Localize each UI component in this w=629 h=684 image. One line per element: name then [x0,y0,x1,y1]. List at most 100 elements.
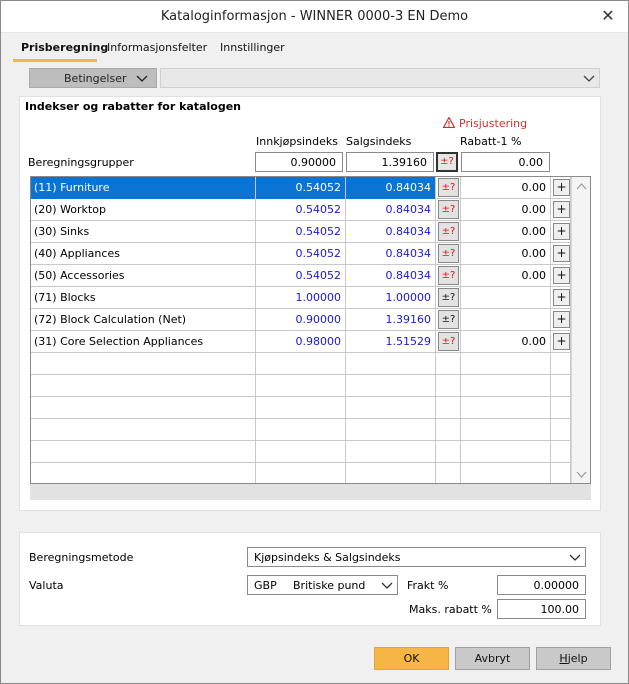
price-adjust-button[interactable]: ±? [438,266,459,285]
discount-cell[interactable]: 0.00 [461,243,551,265]
expand-plus-button[interactable]: + [553,333,570,350]
table-row-empty[interactable] [31,397,571,419]
table-row[interactable]: (11) Furniture 0.54052 0.84034 0.00 ±? + [31,177,571,199]
table-row-empty[interactable] [31,419,571,441]
discount-cell[interactable] [461,375,551,397]
group-purchase-index-field[interactable]: 0.90000 [255,152,343,172]
discount-cell[interactable] [461,353,551,375]
help-button[interactable]: Hjelp [536,647,611,670]
purchase-index-cell[interactable]: 0.54052 [256,243,346,265]
conditions-button[interactable]: Betingelser [29,68,157,88]
discount-cell[interactable]: 0.00 [461,177,551,199]
scroll-up-icon[interactable] [576,182,587,190]
purchase-index-cell[interactable] [256,419,346,441]
sales-index-cell[interactable] [346,375,436,397]
expand-plus-button[interactable]: + [553,201,570,218]
expand-cell [551,463,571,483]
max-discount-field[interactable]: 100.00 [497,599,586,619]
sales-index-cell[interactable]: 1.39160 [346,309,436,331]
discount-cell[interactable] [461,441,551,463]
purchase-index-cell[interactable] [256,375,346,397]
warning-icon [443,117,455,128]
expand-plus-button[interactable]: + [553,267,570,284]
purchase-index-cell[interactable] [256,353,346,375]
vertical-scrollbar[interactable] [571,177,590,483]
table-row-empty[interactable] [31,353,571,375]
price-adjust-button[interactable]: ±? [438,222,459,241]
freight-field[interactable]: 0.00000 [497,575,586,595]
table-row-empty[interactable] [31,441,571,463]
expand-plus-button[interactable]: + [553,245,570,262]
purchase-index-cell[interactable]: 0.54052 [256,221,346,243]
sales-index-cell[interactable]: 0.84034 [346,221,436,243]
table-row[interactable]: (20) Worktop 0.54052 0.84034 0.00 ±? + [31,199,571,221]
cancel-button[interactable]: Avbryt [455,647,530,670]
expand-plus-button[interactable]: + [553,289,570,306]
discount-cell[interactable]: 0.00 [461,199,551,221]
sales-index-cell[interactable] [346,353,436,375]
purchase-index-cell[interactable] [256,463,346,483]
table-row[interactable]: (30) Sinks 0.54052 0.84034 0.00 ±? + [31,221,571,243]
sales-index-cell[interactable] [346,441,436,463]
table-row[interactable]: (40) Appliances 0.54052 0.84034 0.00 ±? + [31,243,571,265]
purchase-index-cell[interactable]: 1.00000 [256,287,346,309]
discount-cell[interactable] [461,309,551,331]
sales-index-cell[interactable]: 1.00000 [346,287,436,309]
discount-cell[interactable]: 0.00 [461,221,551,243]
ok-button[interactable]: OK [374,647,449,670]
purchase-index-cell[interactable]: 0.54052 [256,265,346,287]
price-adjust-button[interactable]: ±? [438,244,459,263]
table-row[interactable]: (71) Blocks 1.00000 1.00000 ±? + [31,287,571,309]
scroll-down-icon[interactable] [576,471,587,479]
table-row-empty[interactable] [31,463,571,483]
expand-plus-button[interactable]: + [553,311,570,328]
discount-cell[interactable]: 0.00 [461,265,551,287]
conditions-dropdown[interactable] [160,68,600,88]
group-sales-index-field[interactable]: 1.39160 [346,152,434,172]
discount-cell[interactable] [461,419,551,441]
table-row-empty[interactable] [31,375,571,397]
price-adjust-button[interactable]: ±? [438,310,459,329]
expand-plus-button[interactable]: + [553,179,570,196]
purchase-index-cell[interactable]: 0.54052 [256,177,346,199]
expand-plus-button[interactable]: + [553,223,570,240]
tab-prisberegning[interactable]: Prisberegning [21,41,108,54]
sales-index-cell[interactable]: 0.84034 [346,265,436,287]
discount-cell[interactable] [461,463,551,483]
price-adjust-button[interactable]: ±? [438,332,459,351]
calc-method-dropdown[interactable]: Kjøpsindeks & Salgsindeks [247,547,586,567]
currency-dropdown[interactable]: GBP Britiske pund [247,575,398,595]
expand-cell [551,375,571,397]
price-adjust-button[interactable]: ±? [438,288,459,307]
price-adjust-button[interactable]: ±? [438,178,459,197]
close-icon[interactable]: ✕ [598,6,618,26]
discount-cell[interactable] [461,397,551,419]
table-row[interactable]: (31) Core Selection Appliances 0.98000 1.5… [31,331,571,353]
help-accesskey: H [559,652,568,665]
freight-label: Frakt % [407,579,449,592]
sales-index-cell[interactable] [346,419,436,441]
tab-innstillinger[interactable]: Innstillinger [220,41,285,54]
price-adjust-button[interactable]: ±? [438,200,459,219]
sales-index-cell[interactable]: 0.84034 [346,177,436,199]
purchase-index-cell[interactable]: 0.98000 [256,331,346,353]
purchase-index-cell[interactable] [256,441,346,463]
sales-index-cell[interactable] [346,463,436,483]
sales-index-cell[interactable]: 1.51529 [346,331,436,353]
sales-index-cell[interactable]: 0.84034 [346,199,436,221]
group-discount-field[interactable]: 0.00 [461,152,550,172]
active-tab-indicator [13,59,97,62]
horizontal-scrollbar[interactable] [30,484,591,500]
index-panel: Indekser og rabatter for katalogen Prisj… [19,96,601,511]
table-row[interactable]: (72) Block Calculation (Net) 0.90000 1.391… [31,309,571,331]
group-price-adjust-button[interactable]: ±? [436,152,458,172]
sales-index-cell[interactable]: 0.84034 [346,243,436,265]
discount-cell[interactable] [461,287,551,309]
purchase-index-cell[interactable]: 0.90000 [256,309,346,331]
sales-index-cell[interactable] [346,397,436,419]
table-row[interactable]: (50) Accessories 0.54052 0.84034 0.00 ±? + [31,265,571,287]
tab-informasjonsfelter[interactable]: Informasjonsfelter [107,41,207,54]
purchase-index-cell[interactable]: 0.54052 [256,199,346,221]
purchase-index-cell[interactable] [256,397,346,419]
discount-cell[interactable]: 0.00 [461,331,551,353]
